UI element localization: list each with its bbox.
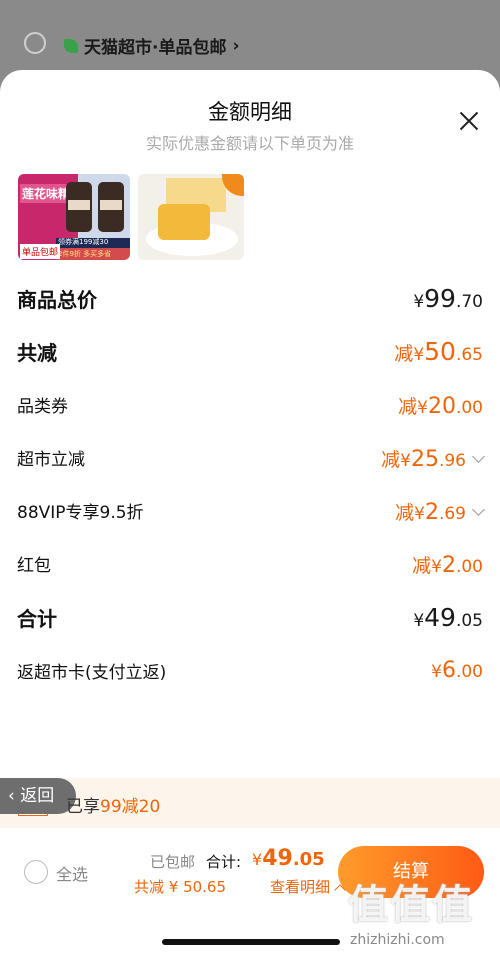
promo-bar: 优惠 ‹ 返回 已享99减20 [0,778,500,828]
back-button[interactable]: ‹ 返回 [0,778,76,814]
cashback-amount: ¥6.00 [431,658,483,683]
category-coupon-amount: 减¥20.00 [398,394,483,419]
supermarket-discount-amount: 减¥25.96 [381,445,485,472]
background-cart-header: 天猫超市·单品包邮 › [0,0,500,80]
row-supermarket-discount[interactable]: 超市立减 减¥25.96 [17,445,485,473]
row-total-discount: 共减 减¥50.65 [17,337,483,366]
chevron-down-icon[interactable] [472,450,485,463]
watermark: 值值值 [348,882,474,928]
row-cashback-card: 返超市卡(支付立返) ¥6.00 [17,658,483,683]
close-icon[interactable] [456,108,482,134]
red-packet-amount: 减¥2.00 [412,553,483,578]
store-select-checkbox[interactable] [24,32,46,54]
total-amount: ¥49.05 [252,846,325,871]
product-thumbnail[interactable] [138,174,244,260]
watermark-url: zhizhizhi.com [350,932,445,948]
chevron-down-icon[interactable] [472,503,485,516]
row-subtotal: 商品总价 ¥99.70 [17,284,483,313]
shipping-status: 已包邮 [150,853,196,871]
total-discount-amount: 减¥50.65 [394,337,483,366]
total-label: 合计: [206,853,242,871]
saved-amount: 共减 ¥ 50.65 [134,878,227,896]
chevron-right-icon: › [232,35,240,56]
view-details-link[interactable]: 查看明细 [270,876,346,897]
row-grand-total: 合计 ¥49.05 [17,603,483,632]
subtotal-amount: ¥99.70 [413,284,483,313]
sheet-subtitle: 实际优惠金额请以下单页为准 [145,134,354,153]
product-thumbnail[interactable]: 莲花味精 领券满199减30 2件9折 多买多省 单品包邮 [18,174,130,260]
promo-text: 已享99减20 [66,797,161,817]
tmall-leaf-icon [64,38,78,53]
row-category-coupon: 品类券 减¥20.00 [17,394,483,419]
store-name[interactable]: 天猫超市·单品包邮 › [64,33,239,58]
home-indicator[interactable] [162,939,340,945]
row-88vip-discount[interactable]: 88VIP专享9.5折 减¥2.69 [17,498,485,526]
select-all-label[interactable]: 全选 [56,861,88,885]
select-all-checkbox[interactable] [24,860,48,884]
88vip-discount-amount: 减¥2.69 [395,498,485,525]
grand-total-amount: ¥49.05 [413,603,483,632]
amount-detail-sheet: 金额明细 实际优惠金额请以下单页为准 莲花味精 领券满199减30 2件9折 多… [0,70,500,830]
sheet-title: 金额明细 [208,100,292,124]
checkout-bar: 全选 已包邮 合计: ¥49.05 共减 ¥ 50.65 查看明细 结算 值值值… [0,828,500,957]
row-red-packet: 红包 减¥2.00 [17,553,483,578]
